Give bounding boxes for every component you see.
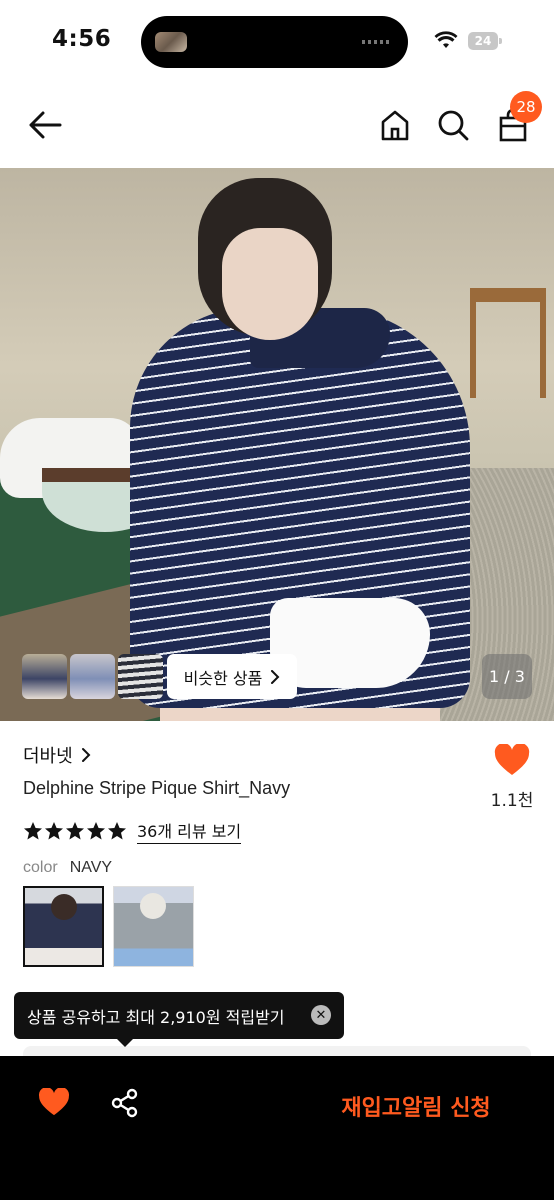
product-image[interactable]: 비슷한 상품 1 / 3 (0, 168, 554, 721)
chevron-right-icon (81, 748, 91, 762)
like-button[interactable]: 1.1천 (488, 743, 536, 811)
thumbnail-3[interactable] (118, 654, 163, 699)
wifi-icon (434, 31, 458, 48)
wooden-stool (470, 288, 546, 398)
model-face (222, 228, 318, 340)
thumbnail-2[interactable] (70, 654, 115, 699)
battery-indicator: 24 (468, 32, 502, 50)
cart-count-badge: 28 (510, 91, 542, 123)
similar-products-button[interactable]: 비슷한 상품 (167, 654, 297, 699)
waveform-icon (362, 40, 392, 44)
share-reward-tooltip: 상품 공유하고 최대 2,910원 적립받기 (14, 992, 344, 1039)
chevron-right-icon (271, 669, 280, 684)
product-name: Delphine Stripe Pique Shirt_Navy (23, 778, 291, 798)
selected-color-value: NAVY (69, 859, 113, 876)
color-selector-label: color NAVY (23, 859, 112, 877)
brand-link[interactable]: 더바넷 (23, 742, 91, 768)
arrow-left-icon (29, 111, 62, 139)
search-icon (438, 110, 469, 141)
top-navigation (0, 84, 554, 168)
home-button[interactable] (376, 106, 414, 144)
tooltip-arrow (116, 1038, 134, 1047)
close-icon: ✕ (315, 1007, 327, 1023)
restock-alert-button[interactable]: 재입고알림 신청 (316, 1086, 516, 1126)
reviews-link[interactable]: 36개 리뷰 보기 (137, 818, 242, 844)
similar-products-label: 비슷한 상품 (183, 668, 263, 688)
heart-icon (494, 743, 530, 775)
star-icon (66, 822, 84, 840)
color-swatch-navy[interactable] (23, 886, 104, 967)
heart-icon (38, 1087, 70, 1116)
home-icon (381, 110, 409, 141)
battery-level: 24 (474, 34, 492, 48)
like-count: 1.1천 (490, 791, 534, 811)
star-icon (87, 822, 105, 840)
color-label: color (23, 859, 58, 876)
bottom-like-button[interactable] (38, 1087, 70, 1120)
tooltip-text: 상품 공유하고 최대 2,910원 적립받기 (27, 1007, 285, 1027)
back-button[interactable] (26, 106, 64, 144)
dynamic-island (141, 16, 408, 68)
bottom-action-bar: 재입고알림 신청 (0, 1056, 554, 1200)
share-button[interactable] (110, 1088, 142, 1120)
star-icon (24, 822, 42, 840)
thumbnail-1[interactable] (22, 654, 67, 699)
color-swatch-grey[interactable] (113, 886, 194, 967)
now-playing-thumbnail (155, 32, 187, 52)
rating-row: 36개 리뷰 보기 (23, 818, 242, 844)
image-page-indicator: 1 / 3 (482, 654, 532, 699)
star-icon (45, 822, 63, 840)
search-button[interactable] (434, 106, 472, 144)
star-icon (108, 822, 126, 840)
status-time: 4:56 (52, 26, 112, 52)
star-rating (23, 821, 127, 841)
thumbnail-strip (22, 654, 163, 699)
status-bar: 4:56 24 (0, 0, 554, 84)
tooltip-close-button[interactable]: ✕ (311, 1005, 331, 1025)
brand-name: 더바넷 (23, 746, 73, 767)
share-icon (111, 1088, 138, 1118)
